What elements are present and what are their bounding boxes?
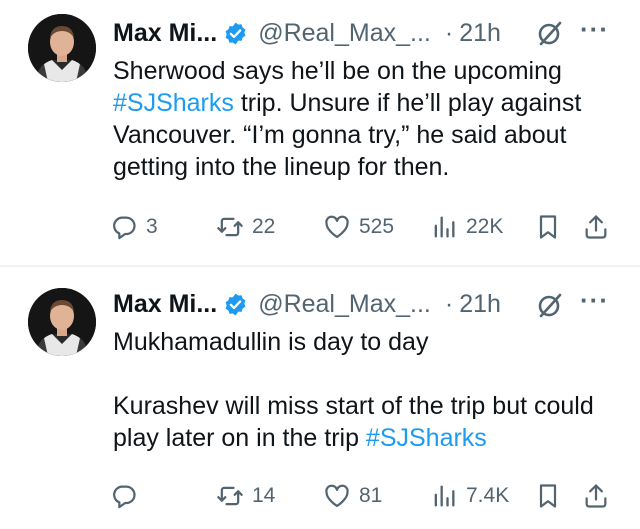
avatar[interactable] xyxy=(28,288,96,356)
repost-button[interactable]: 14 xyxy=(216,480,275,512)
heart-icon xyxy=(325,484,349,508)
tweet-paragraph: Mukhamadullin is day to day xyxy=(113,328,429,356)
reply-button[interactable] xyxy=(110,480,146,512)
repost-count: 14 xyxy=(252,484,276,507)
hashtag-link[interactable]: #SJSharks xyxy=(366,424,487,452)
verified-badge-icon xyxy=(225,293,246,315)
avatar-photo-icon xyxy=(28,288,96,356)
author-name[interactable]: Max Mi... xyxy=(113,290,217,319)
views-button[interactable]: 7.4K xyxy=(430,480,509,512)
share-icon xyxy=(585,484,607,508)
action-bar: 14 81 7.4K xyxy=(110,480,620,512)
author-handle[interactable]: @Real_Max_... xyxy=(258,290,431,319)
reply-icon xyxy=(113,485,136,509)
timestamp[interactable]: 21h xyxy=(459,290,501,319)
bookmark-button[interactable] xyxy=(534,480,562,512)
tweet-text-part: Kurashev will miss start of the trip but… xyxy=(113,392,594,452)
share-button[interactable] xyxy=(582,480,610,512)
bookmark-icon xyxy=(539,484,557,508)
views-icon xyxy=(434,485,455,507)
tweet-text: Mukhamadullin is day to day Kurashev wil… xyxy=(113,326,623,454)
views-count: 7.4K xyxy=(466,484,510,507)
tweet-2[interactable]: Max Mi... @Real_Max_... · 21h ··· Mukham… xyxy=(0,0,640,529)
separator-dot: · xyxy=(444,289,454,318)
like-button[interactable]: 81 xyxy=(323,480,382,512)
tweet-paragraph: Kurashev will miss start of the trip but… xyxy=(113,390,623,454)
tweet-header: Max Mi... @Real_Max_... · 21h xyxy=(113,284,501,324)
repost-icon xyxy=(217,486,243,506)
like-count: 81 xyxy=(359,484,383,507)
grok-icon[interactable] xyxy=(535,290,565,320)
more-icon[interactable]: ··· xyxy=(580,285,609,316)
